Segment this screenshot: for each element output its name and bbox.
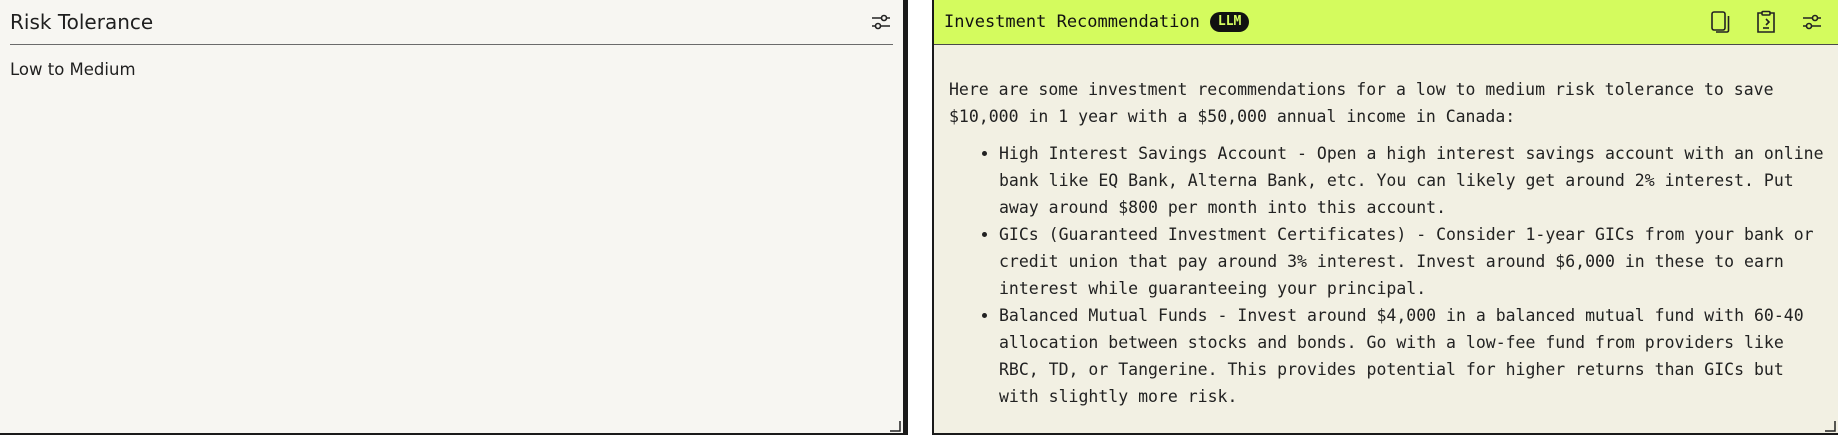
intro-paragraph: Here are some investment recommendations… <box>949 80 1774 126</box>
panel-header: Risk Tolerance <box>10 0 893 45</box>
recommendation-list: High Interest Savings Account - Open a h… <box>949 140 1828 410</box>
panel-title: Investment Recommendation <box>944 12 1200 32</box>
clipboard-icon[interactable] <box>1754 10 1778 34</box>
copy-icon[interactable] <box>1708 10 1732 34</box>
panel-header: Investment Recommendation LLM <box>934 0 1838 45</box>
sliders-icon[interactable] <box>1800 10 1824 34</box>
risk-tolerance-panel: Risk Tolerance Low to Medium <box>0 0 906 435</box>
investment-recommendation-panel: Investment Recommendation LLM Here are s… <box>932 0 1838 435</box>
llm-badge: LLM <box>1209 12 1250 32</box>
risk-tolerance-value: Low to Medium <box>10 60 136 79</box>
resize-icon[interactable] <box>889 419 901 432</box>
resize-icon[interactable] <box>1824 419 1836 432</box>
sliders-icon[interactable] <box>869 10 893 34</box>
panel-title: Risk Tolerance <box>10 10 154 34</box>
list-item: Balanced Mutual Funds - Invest around $4… <box>999 302 1828 410</box>
list-item: High Interest Savings Account - Open a h… <box>999 140 1828 221</box>
recommendation-text: Here are some investment recommendations… <box>949 76 1828 410</box>
list-item: GICs (Guaranteed Investment Certificates… <box>999 221 1828 302</box>
